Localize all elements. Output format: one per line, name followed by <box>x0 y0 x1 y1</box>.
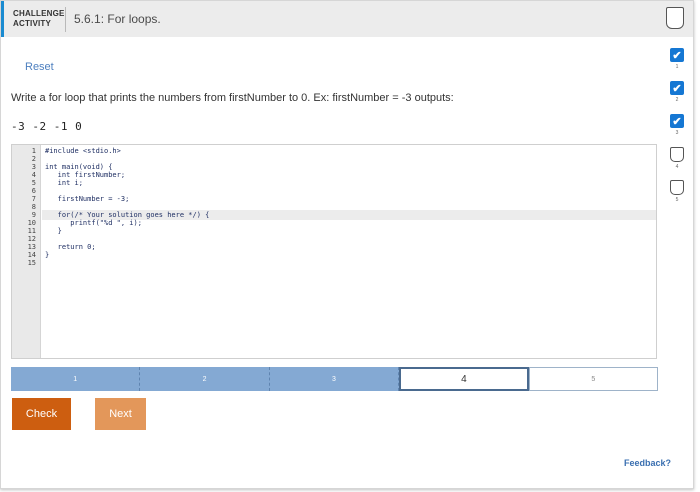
activity-badge: CHALLENGE ACTIVITY <box>13 9 65 29</box>
activity-title: 5.6.1: For loops. <box>74 12 161 26</box>
line-number: 11 <box>27 227 36 235</box>
code-line: } <box>45 251 50 259</box>
progress-step-2[interactable]: 2 <box>140 367 270 391</box>
line-number: 15 <box>27 259 36 267</box>
instructions-text: Write a for loop that prints the numbers… <box>11 92 454 104</box>
check-icon: ✔ <box>670 114 684 128</box>
line-number: 4 <box>31 171 36 179</box>
line-number: 6 <box>31 187 36 195</box>
line-number: 10 <box>27 219 36 227</box>
line-number: 13 <box>27 243 36 251</box>
code-line: } <box>45 227 62 235</box>
line-number: 9 <box>31 211 36 219</box>
level-indicator-5[interactable]: 5 <box>669 180 685 203</box>
code-line: int firstNumber; <box>45 171 126 179</box>
line-number: 1 <box>31 147 36 155</box>
progress-step-5[interactable]: 5 <box>528 367 658 391</box>
code-line: #include <stdio.h> <box>45 147 121 155</box>
code-line: return 0; <box>45 243 96 251</box>
header-separator <box>65 7 66 32</box>
level-indicator-1[interactable]: ✔ 1 <box>669 48 685 70</box>
progress-step-1[interactable]: 1 <box>11 367 141 391</box>
header-accent-bar <box>1 1 4 37</box>
check-icon: ✔ <box>670 48 684 62</box>
level-indicator-3[interactable]: ✔ 3 <box>669 114 685 136</box>
level-number: 5 <box>675 197 679 203</box>
check-icon: ✔ <box>670 81 684 95</box>
activity-completion-icon <box>666 7 684 29</box>
level-number: 3 <box>675 130 679 136</box>
code-editor[interactable]: 1 2 3 4 5 6 7 8 9 10 11 12 13 14 15 #include <stdio.h>… <box>11 144 657 359</box>
level-number: 4 <box>675 164 679 170</box>
line-number: 5 <box>31 179 36 187</box>
line-number: 2 <box>31 155 36 163</box>
empty-level-icon <box>670 147 684 162</box>
line-number: 14 <box>27 251 36 259</box>
level-number: 2 <box>675 97 679 103</box>
code-line: printf("%d ", i); <box>45 219 142 227</box>
check-button[interactable]: Check <box>12 398 71 430</box>
line-number: 12 <box>27 235 36 243</box>
level-indicator-4[interactable]: 4 <box>669 147 685 170</box>
progress-bar: 12345 <box>11 367 658 391</box>
line-number: 3 <box>31 163 36 171</box>
reset-button[interactable]: Reset <box>25 61 54 73</box>
line-number-gutter: 1 2 3 4 5 6 7 8 9 10 11 12 13 14 15 <box>12 145 41 358</box>
activity-frame: CHALLENGE ACTIVITY 5.6.1: For loops. Res… <box>0 0 694 489</box>
code-line: firstNumber = -3; <box>45 195 130 203</box>
line-number: 8 <box>31 203 36 211</box>
level-indicator-2[interactable]: ✔ 2 <box>669 81 685 103</box>
feedback-link[interactable]: Feedback? <box>624 458 671 468</box>
next-button[interactable]: Next <box>95 398 146 430</box>
line-number: 7 <box>31 195 36 203</box>
progress-step-3[interactable]: 3 <box>269 367 400 391</box>
activity-header: CHALLENGE ACTIVITY 5.6.1: For loops. <box>1 1 693 37</box>
level-number: 1 <box>675 64 679 70</box>
badge-line-2: ACTIVITY <box>13 19 52 28</box>
code-line: for(/* Your solution goes here */) { <box>45 211 210 219</box>
code-line: int main(void) { <box>45 163 113 171</box>
progress-step-4[interactable]: 4 <box>399 367 529 391</box>
sample-output: -3 -2 -1 0 <box>11 120 83 133</box>
badge-line-1: CHALLENGE <box>13 9 65 18</box>
code-line: int i; <box>45 179 83 187</box>
empty-level-icon <box>670 180 684 195</box>
